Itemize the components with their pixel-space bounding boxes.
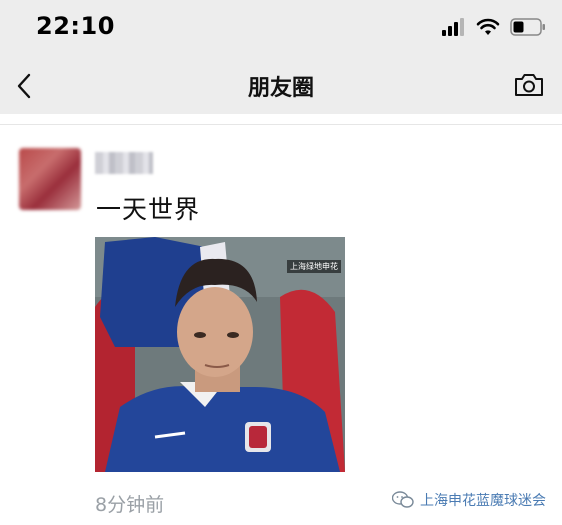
- status-icons: [442, 16, 546, 38]
- wifi-icon: [476, 18, 500, 35]
- battery-icon: [510, 18, 545, 36]
- avatar[interactable]: [19, 148, 81, 210]
- wechat-logo-icon: [392, 491, 414, 508]
- watermark-text: 上海申花蓝魔球迷会: [420, 493, 546, 509]
- camera-icon[interactable]: [514, 72, 544, 98]
- page-title: 朋友圈: [247, 76, 314, 101]
- nav-bar: 朋友圈: [0, 56, 562, 114]
- post-time: 8分钟前: [95, 494, 165, 516]
- watermark: 上海申花蓝魔球迷会: [392, 490, 546, 510]
- post-username[interactable]: [95, 152, 153, 174]
- header-divider: [0, 124, 562, 125]
- photo-caption: 上海绿地申花: [287, 260, 341, 273]
- post-text: 一天世界: [96, 195, 201, 224]
- status-time: 22:10: [36, 12, 115, 40]
- signal-icon: [442, 18, 464, 36]
- post-photo[interactable]: 上海绿地申花: [95, 237, 345, 472]
- status-bar: 22:10: [0, 0, 562, 56]
